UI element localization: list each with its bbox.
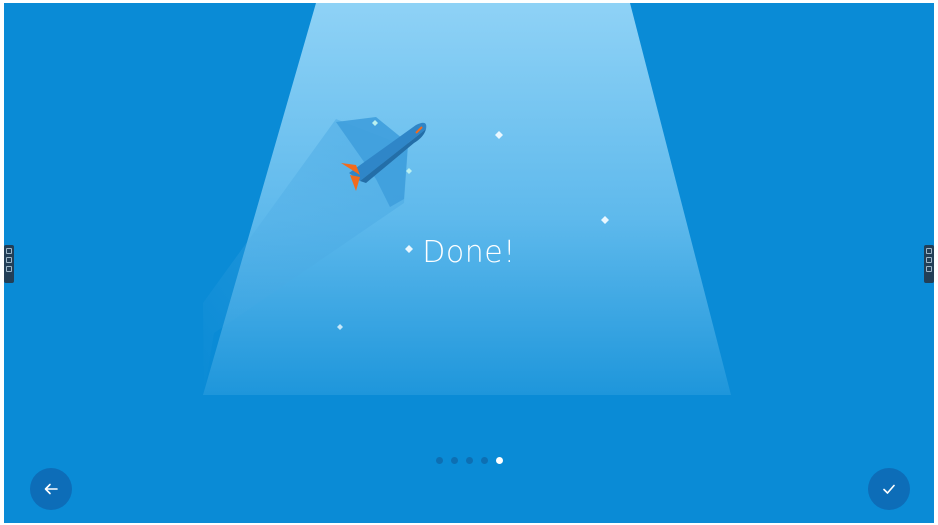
pager-dots: [436, 454, 503, 466]
onboarding-screen: Done!: [4, 3, 934, 523]
pager-dot[interactable]: [481, 456, 488, 464]
finish-button[interactable]: [868, 468, 910, 510]
pager-dot[interactable]: [451, 456, 458, 464]
arrow-left-icon: [44, 483, 58, 495]
pager-dot[interactable]: [436, 456, 443, 464]
pager-dot[interactable]: [466, 456, 473, 464]
left-edge-handle[interactable]: [4, 245, 14, 283]
back-button[interactable]: [30, 468, 72, 510]
pager-dot-active[interactable]: [496, 456, 503, 464]
right-edge-handle[interactable]: [924, 245, 934, 283]
checkmark-icon: [883, 484, 895, 494]
page-title: Done!: [422, 235, 516, 270]
